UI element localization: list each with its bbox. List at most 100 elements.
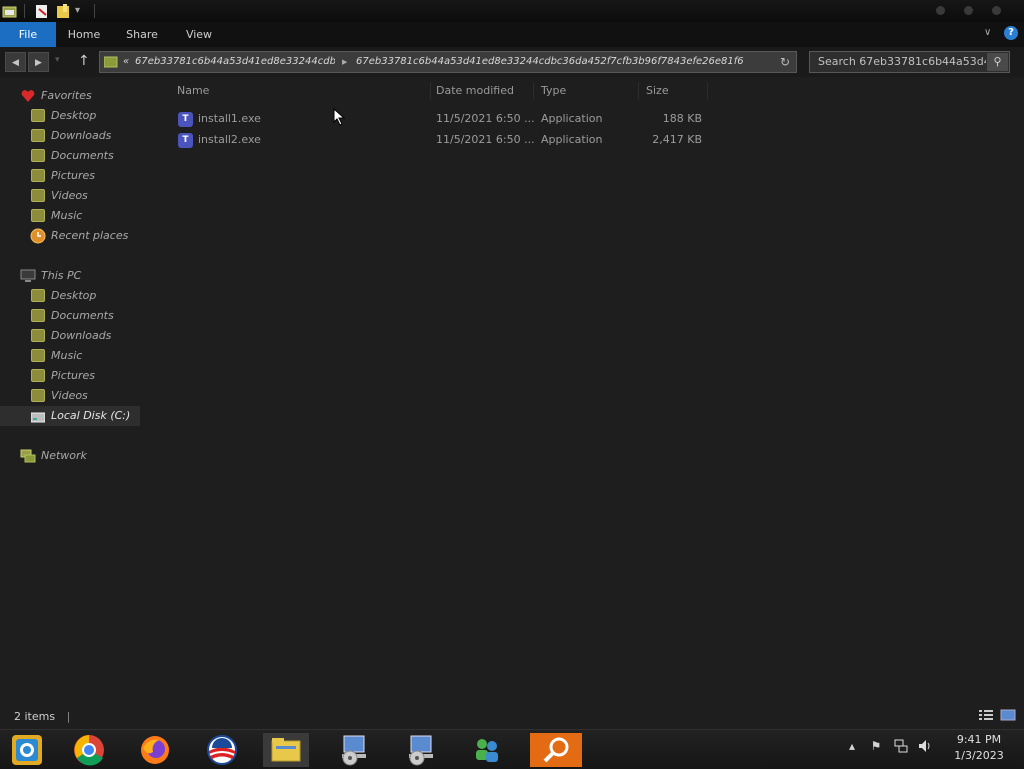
start-button[interactable] — [4, 733, 50, 767]
file-size: 188 KB — [662, 112, 702, 125]
chrome-icon[interactable] — [66, 733, 112, 767]
column-header-size[interactable]: Size — [639, 82, 708, 100]
search-placeholder[interactable]: Search 67eb33781c6b44a53d4... — [818, 55, 986, 68]
sidebar-label: Music — [51, 349, 83, 362]
installer-icon-1[interactable] — [331, 733, 377, 767]
properties-icon[interactable] — [34, 3, 50, 19]
computer-icon — [20, 269, 36, 283]
tab-view[interactable]: View — [180, 22, 218, 47]
sidebar-item-videos-pc[interactable]: Videos — [0, 386, 140, 406]
sidebar-item-recent-places[interactable]: Recent places — [0, 226, 140, 246]
sidebar-label: Pictures — [51, 369, 96, 382]
firefox-icon[interactable] — [132, 733, 178, 767]
expand-ribbon-icon[interactable]: ∨ — [984, 27, 991, 38]
file-name[interactable]: install2.exe — [198, 130, 261, 150]
help-icon[interactable]: ? — [1004, 26, 1018, 40]
sidebar-item-local-disk[interactable]: Local Disk (C:) — [0, 406, 140, 426]
address-overflow-icon[interactable]: « — [123, 52, 133, 72]
quick-access-dropdown-icon[interactable]: ▾ — [75, 5, 80, 16]
file-row[interactable]: T install2.exe 11/5/2021 6:50 ... Applic… — [174, 130, 707, 150]
file-explorer-icon[interactable] — [263, 733, 309, 767]
network-icon — [20, 449, 36, 463]
sidebar-item-desktop[interactable]: Desktop — [0, 106, 140, 126]
tab-home[interactable]: Home — [64, 22, 104, 47]
sidebar-item-pictures-pc[interactable]: Pictures — [0, 366, 140, 386]
address-bar[interactable]: « 67eb33781c6b44a53d41ed8e33244cdbc3... … — [99, 51, 797, 73]
refresh-icon[interactable]: ↻ — [774, 53, 796, 71]
title-bar: ▾ — [0, 0, 1024, 22]
sidebar-item-documents[interactable]: Documents — [0, 146, 140, 166]
close-button[interactable] — [992, 6, 1001, 15]
tab-file[interactable]: File — [0, 22, 56, 47]
details-view-icon[interactable] — [978, 708, 994, 722]
file-row[interactable]: T install1.exe 11/5/2021 6:50 ... Applic… — [174, 109, 707, 129]
file-size: 2,417 KB — [652, 133, 702, 146]
obama-campaign-icon[interactable] — [199, 733, 245, 767]
new-folder-icon[interactable] — [56, 3, 72, 19]
sidebar-item-downloads[interactable]: Downloads — [0, 126, 140, 146]
sidebar-item-pictures[interactable]: Pictures — [0, 166, 140, 186]
sidebar-item-desktop-pc[interactable]: Desktop — [0, 286, 140, 306]
network-tray-icon[interactable] — [893, 738, 909, 754]
tab-share[interactable]: Share — [120, 22, 164, 47]
sidebar-label: Desktop — [51, 109, 97, 122]
sidebar-item-documents-pc[interactable]: Documents — [0, 306, 140, 326]
maximize-button[interactable] — [964, 6, 973, 15]
address-separator-icon[interactable]: ▶ — [342, 52, 352, 72]
address-crumb-parent[interactable]: 67eb33781c6b44a53d41ed8e33244cdbc3... — [135, 52, 335, 72]
videos-folder-icon — [31, 389, 45, 402]
explorer-icon[interactable] — [2, 3, 18, 19]
search-icon[interactable]: ⚲ — [987, 53, 1008, 71]
sidebar-item-music-pc[interactable]: Music — [0, 346, 140, 366]
downloads-folder-icon — [31, 329, 45, 342]
pictures-folder-icon — [31, 369, 45, 382]
status-item-count: 2 items | — [14, 709, 70, 725]
item-count-text: 2 items — [14, 710, 56, 723]
file-type: Application — [541, 133, 603, 146]
installer-icon-2[interactable] — [398, 733, 444, 767]
column-header-name[interactable]: Name — [170, 82, 431, 100]
column-header-date[interactable]: Date modified — [429, 82, 534, 100]
sidebar-favorites[interactable]: Favorites — [0, 86, 140, 106]
sidebar-item-videos[interactable]: Videos — [0, 186, 140, 206]
mouse-cursor — [333, 107, 347, 126]
address-crumb-current[interactable]: 67eb33781c6b44a53d41ed8e33244cdbc36da452… — [356, 52, 771, 72]
sidebar-item-downloads-pc[interactable]: Downloads — [0, 326, 140, 346]
recent-places-icon — [30, 228, 46, 244]
music-folder-icon — [31, 349, 45, 362]
documents-folder-icon — [31, 149, 45, 162]
ribbon: File Home Share View ∨ ? — [0, 22, 1024, 48]
search-box[interactable]: Search 67eb33781c6b44a53d4... ⚲ — [809, 51, 1010, 73]
sidebar-label: Downloads — [51, 329, 112, 342]
sidebar-label: Recent places — [51, 229, 129, 242]
show-hidden-icons-icon[interactable]: ▴ — [845, 738, 859, 754]
search-app-icon[interactable] — [530, 733, 582, 767]
back-button[interactable]: ◀ — [5, 52, 26, 72]
system-clock[interactable]: 9:41 PM 1/3/2023 — [944, 732, 1014, 764]
recent-locations-icon[interactable]: ▾ — [55, 55, 60, 65]
file-name[interactable]: install1.exe — [198, 109, 261, 129]
minimize-button[interactable] — [936, 6, 945, 15]
network-users-icon[interactable] — [464, 733, 510, 767]
teams-app-icon: T — [178, 112, 193, 127]
teams-app-icon: T — [178, 133, 193, 148]
sidebar-network[interactable]: Network — [0, 446, 140, 466]
sidebar-this-pc[interactable]: This PC — [0, 266, 140, 286]
column-header-type[interactable]: Type — [534, 82, 639, 100]
sidebar-label: Documents — [51, 149, 114, 162]
forward-button[interactable]: ▶ — [28, 52, 49, 72]
sidebar-label: This PC — [41, 269, 82, 282]
sidebar-label: Videos — [51, 389, 88, 402]
sidebar-label: Documents — [51, 309, 114, 322]
sidebar-label: Downloads — [51, 129, 112, 142]
heart-icon — [20, 88, 36, 104]
sidebar-label: Favorites — [41, 89, 92, 102]
large-icons-view-icon[interactable] — [1000, 708, 1016, 722]
volume-icon[interactable] — [917, 738, 933, 754]
up-arrow-icon[interactable]: ↑ — [78, 53, 90, 69]
sidebar-item-music[interactable]: Music — [0, 206, 140, 226]
clock-time: 9:41 PM — [956, 733, 1002, 746]
drive-icon — [30, 410, 46, 423]
desktop-folder-icon — [31, 289, 45, 302]
action-center-flag-icon[interactable]: ⚑ — [869, 738, 883, 754]
